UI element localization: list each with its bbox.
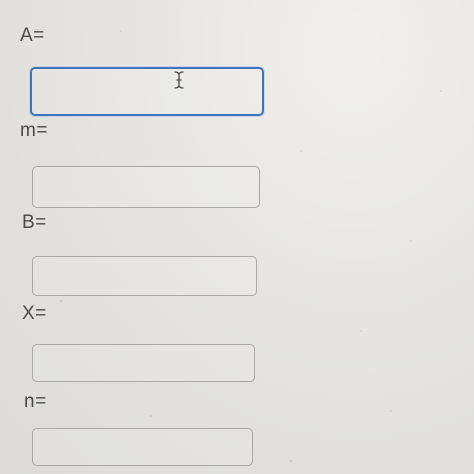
field-label-n: n=	[24, 391, 47, 412]
field-m-input[interactable]	[33, 167, 259, 207]
field-m-box[interactable]	[32, 166, 260, 208]
field-n-input[interactable]	[33, 429, 252, 465]
field-a-box[interactable]	[30, 67, 264, 116]
field-b-box[interactable]	[32, 256, 257, 296]
field-b-input[interactable]	[33, 257, 256, 295]
field-x-input[interactable]	[33, 345, 254, 381]
field-n-box[interactable]	[32, 428, 253, 466]
field-a-input[interactable]	[32, 69, 262, 114]
field-label-a: A=	[20, 25, 45, 46]
field-label-b: B=	[22, 212, 47, 233]
field-label-m: m=	[20, 120, 48, 141]
field-label-x: X=	[22, 303, 47, 324]
field-x-box[interactable]	[32, 344, 255, 382]
text-cursor-ibeam-icon	[174, 71, 184, 89]
